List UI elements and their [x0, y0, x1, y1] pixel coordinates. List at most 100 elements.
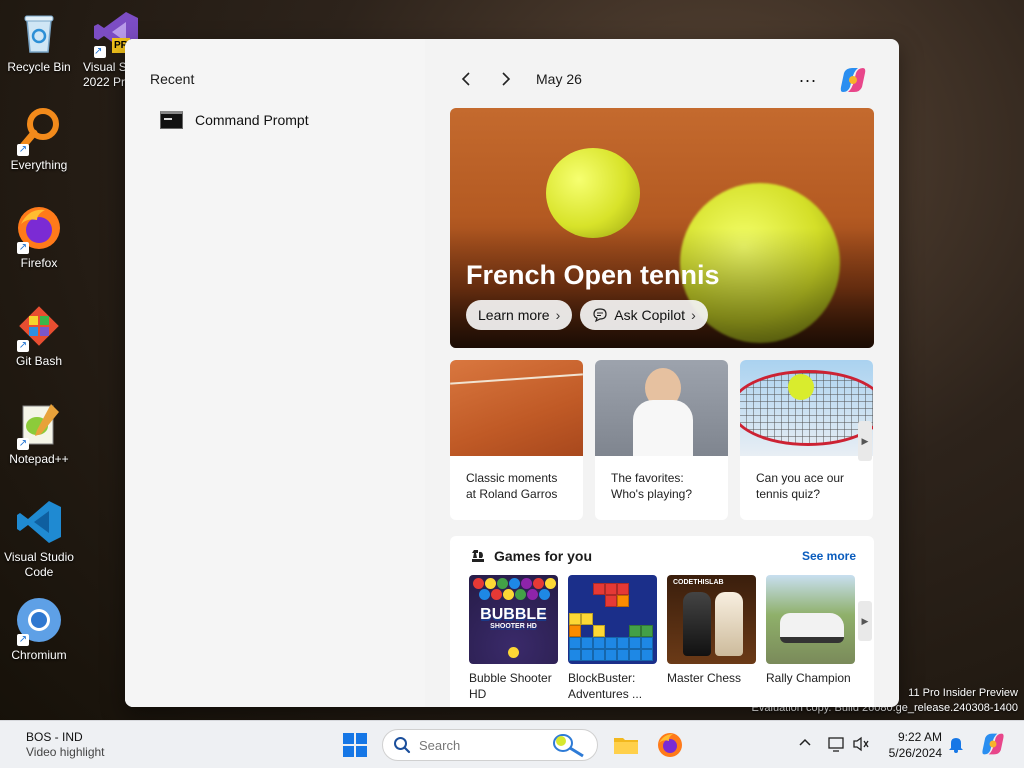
feed-date: May 26 — [536, 71, 582, 87]
codethislab-badge: CODETHISLAB — [673, 579, 724, 586]
recycle-bin-icon — [15, 8, 63, 56]
racket-image — [740, 360, 873, 456]
clock-date: 5/26/2024 — [888, 746, 942, 760]
desktop-icon-chromium[interactable]: ↗ Chromium — [0, 596, 78, 663]
see-more-link[interactable]: See more — [802, 549, 856, 563]
copilot-icon[interactable] — [838, 65, 868, 95]
story-card[interactable]: Classic moments at Roland Garros — [450, 360, 583, 520]
desktop-icon-label: Firefox — [20, 256, 58, 270]
recent-item-command-prompt[interactable]: Command Prompt — [160, 111, 309, 129]
widgets-button[interactable]: BOS - IND Video highlight — [26, 730, 105, 760]
weather-title: BOS - IND — [26, 730, 83, 744]
desktop-icon-label: Notepad++ — [9, 452, 69, 466]
ask-copilot-button[interactable]: Ask Copilot › — [580, 300, 708, 330]
game-tile[interactable]: BUBBLE SHOOTER HD Bubble Shooter HD — [469, 575, 558, 702]
master-chess-thumbnail: CODETHISLAB — [667, 575, 756, 664]
volume-icon[interactable] — [852, 735, 870, 756]
desktop-icon-everything[interactable]: ↗ Everything — [0, 106, 78, 173]
shortcut-arrow-icon: ↗ — [94, 46, 106, 58]
chevron-up-icon[interactable] — [798, 735, 812, 752]
more-options-button[interactable]: ... — [792, 65, 824, 93]
story-caption: Can you ace our tennis quiz? — [756, 471, 845, 501]
shortcut-arrow-icon: ↗ — [17, 438, 29, 450]
shortcut-arrow-icon: ↗ — [17, 340, 29, 352]
desktop-icon-label: Everything — [10, 158, 68, 172]
cards-scroll-right-button[interactable]: ▶ — [858, 421, 872, 461]
network-icon[interactable] — [828, 735, 846, 756]
game-name: Master Chess — [667, 671, 742, 685]
blockbuster-thumbnail — [568, 575, 657, 664]
story-cards: Classic moments at Roland Garros The fav… — [450, 360, 874, 520]
learn-more-button[interactable]: Learn more › — [466, 300, 573, 330]
command-prompt-icon — [160, 111, 183, 129]
game-tile[interactable]: CODETHISLAB Master Chess — [667, 575, 756, 702]
rally-car-image — [780, 613, 844, 643]
hero-card[interactable]: French Open tennis Learn more › Ask Copi… — [450, 108, 874, 348]
notepad-plus-plus-icon: ↗ — [15, 400, 63, 450]
hero-title: French Open tennis — [466, 260, 720, 290]
chevron-right-icon: › — [555, 307, 561, 323]
clock-time: 9:22 AM — [897, 730, 942, 744]
recent-title: Recent — [150, 71, 195, 87]
story-card[interactable]: The favorites: Who's playing? — [595, 360, 728, 520]
chevron-right-icon — [502, 72, 511, 86]
chat-bubble-icon — [593, 308, 607, 323]
search-input[interactable] — [419, 737, 549, 753]
widgets-panel: Recent Command Prompt May 26 ... French … — [125, 39, 899, 707]
player-image — [595, 360, 728, 456]
weather-subtitle: Video highlight — [26, 745, 105, 759]
rally-champion-thumbnail — [766, 575, 855, 664]
system-clock[interactable]: 9:22 AM 5/26/2024 — [880, 729, 942, 761]
story-caption: Classic moments at Roland Garros — [466, 471, 558, 501]
git-bash-icon: ↗ — [15, 302, 63, 352]
hero-actions: Learn more › Ask Copilot › — [466, 300, 708, 330]
firefox-taskbar-button[interactable] — [656, 731, 684, 759]
chevron-left-icon — [461, 72, 470, 86]
tennis-racket-icon — [553, 734, 584, 758]
desktop-icon-recycle-bin[interactable]: Recycle Bin — [0, 8, 78, 75]
white-king-icon — [715, 592, 743, 656]
firefox-icon: ↗ — [15, 204, 63, 254]
black-king-icon — [683, 592, 711, 656]
notification-bell-icon[interactable] — [948, 735, 964, 756]
games-section: Games for you See more BUBBLE SHOOTER HD… — [450, 536, 874, 707]
learn-more-label: Learn more — [478, 307, 550, 323]
previous-day-button[interactable] — [450, 65, 482, 93]
games-list: BUBBLE SHOOTER HD Bubble Shooter HD Bloc… — [469, 575, 855, 702]
desktop-icon-label: Git Bash — [15, 354, 63, 368]
file-explorer-button[interactable] — [612, 731, 640, 759]
start-button[interactable] — [343, 733, 367, 757]
firefox-icon — [658, 733, 682, 757]
shortcut-arrow-icon: ↗ — [17, 242, 29, 254]
taskbar-search[interactable] — [382, 729, 598, 761]
recent-section: Recent Command Prompt — [125, 39, 425, 707]
everything-icon: ↗ — [15, 106, 63, 156]
story-card[interactable]: Can you ace our tennis quiz? — [740, 360, 873, 520]
desktop-icon-git-bash[interactable]: ↗ Git Bash — [0, 302, 78, 369]
bubble-shooter-thumbnail: BUBBLE SHOOTER HD — [469, 575, 558, 664]
desktop-icon-label: Recycle Bin — [7, 60, 71, 74]
games-header: Games for you — [470, 548, 592, 564]
search-icon — [394, 737, 411, 754]
game-tile[interactable]: Rally Champion — [766, 575, 855, 702]
games-scroll-right-button[interactable]: ▶ — [858, 601, 872, 641]
windows-logo-icon — [343, 733, 354, 744]
bubble-shooter-logo: BUBBLE SHOOTER HD — [480, 606, 547, 631]
desktop-icon-notepad-plus-plus[interactable]: ↗ Notepad++ — [0, 400, 78, 467]
shortcut-arrow-icon: ↗ — [17, 144, 29, 156]
game-tile[interactable]: BlockBuster: Adventures ... — [568, 575, 657, 702]
feed-header: May 26 ... — [450, 65, 880, 93]
ask-copilot-label: Ask Copilot — [614, 307, 686, 323]
desktop-icon-firefox[interactable]: ↗ Firefox — [0, 204, 78, 271]
desktop-icon-vscode[interactable]: Visual Studio Code — [0, 498, 78, 580]
next-day-button[interactable] — [490, 65, 522, 93]
games-title: Games for you — [494, 548, 593, 564]
story-caption: The favorites: Who's playing? — [611, 471, 692, 501]
game-name: Rally Champion — [766, 671, 851, 685]
vscode-icon — [15, 498, 63, 546]
chess-piece-icon — [472, 550, 484, 562]
copilot-taskbar-icon[interactable] — [980, 731, 1006, 760]
desktop-icon-label: Chromium — [11, 648, 67, 662]
shortcut-arrow-icon: ↗ — [17, 634, 29, 646]
game-name: BlockBuster: Adventures ... — [568, 671, 643, 701]
